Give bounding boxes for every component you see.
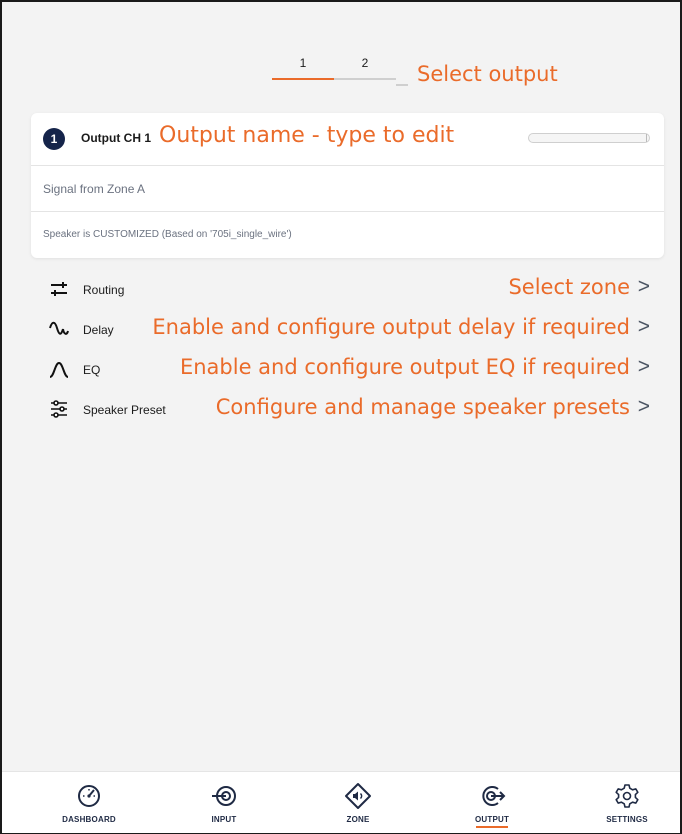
nav-label: DASHBOARD xyxy=(62,815,116,824)
nav-settings[interactable]: SETTINGS xyxy=(577,772,677,833)
menu-label: Speaker Preset xyxy=(83,403,166,417)
speaker-preset-icon xyxy=(51,400,67,418)
signal-source-row: Signal from Zone A xyxy=(31,165,664,212)
settings-icon xyxy=(615,784,639,808)
app-frame: 1 2 Select output 1 Output CH 1 Output n… xyxy=(0,0,682,834)
menu-label: Delay xyxy=(83,323,114,337)
tab-output-2[interactable]: 2 xyxy=(334,50,396,80)
channel-header: 1 Output CH 1 Output name - type to edit xyxy=(31,113,664,165)
bottom-navigation: DASHBOARD INPUT ZONE OUTPUT SETTINGS xyxy=(2,771,680,833)
nav-dashboard[interactable]: DASHBOARD xyxy=(39,772,139,833)
nav-label: ZONE xyxy=(346,815,370,824)
signal-source-text: Signal from Zone A xyxy=(43,182,146,196)
tab-label: 2 xyxy=(361,56,369,70)
tab-indicator xyxy=(272,78,334,80)
menu-item-eq[interactable]: EQ Enable and configure output EQ if req… xyxy=(31,354,664,386)
chevron-right-icon: > xyxy=(637,315,650,338)
menu-annotation: Configure and manage speaker presets xyxy=(215,395,630,419)
menu-annotation: Select zone xyxy=(508,275,630,299)
channel-number-badge: 1 xyxy=(43,128,65,150)
active-nav-indicator xyxy=(476,826,508,828)
dashboard-icon xyxy=(78,785,100,807)
nav-zone[interactable]: ZONE xyxy=(308,772,408,833)
nav-input[interactable]: INPUT xyxy=(174,772,274,833)
menu-item-routing[interactable]: Routing Select zone > xyxy=(31,274,664,306)
menu-item-delay[interactable]: Delay Enable and configure output delay … xyxy=(31,314,664,346)
output-name-annotation: Output name - type to edit xyxy=(159,123,455,148)
menu-annotation: Enable and configure output delay if req… xyxy=(152,315,630,339)
menu-item-speaker-preset[interactable]: Speaker Preset Configure and manage spea… xyxy=(31,394,664,426)
level-slider[interactable] xyxy=(528,133,650,143)
tab-divider xyxy=(334,78,396,80)
eq-icon xyxy=(49,361,69,378)
menu-label: Routing xyxy=(83,283,125,297)
output-channel-card: 1 Output CH 1 Output name - type to edit… xyxy=(31,113,664,258)
tab-output-1[interactable]: 1 xyxy=(272,50,334,80)
nav-label: SETTINGS xyxy=(606,815,648,824)
speaker-status-row: Speaker is CUSTOMIZED (Based on '705i_si… xyxy=(31,211,664,258)
chevron-right-icon: > xyxy=(637,395,650,418)
zone-icon xyxy=(345,783,371,809)
menu-annotation: Enable and configure output EQ if requir… xyxy=(179,355,630,379)
select-output-annotation: Select output xyxy=(417,62,558,86)
delay-icon xyxy=(49,321,69,335)
tab-divider-extension xyxy=(396,84,408,86)
output-name-field[interactable]: Output CH 1 xyxy=(81,131,151,145)
chevron-right-icon: > xyxy=(637,275,650,298)
nav-label: OUTPUT xyxy=(474,815,510,824)
routing-icon xyxy=(51,282,67,296)
slider-knob[interactable] xyxy=(646,134,647,142)
menu-label: EQ xyxy=(83,363,101,377)
output-icon xyxy=(482,786,506,806)
chevron-right-icon: > xyxy=(637,355,650,378)
tab-label: 1 xyxy=(299,56,307,70)
nav-output[interactable]: OUTPUT xyxy=(442,772,542,833)
speaker-status-text: Speaker is CUSTOMIZED (Based on '705i_si… xyxy=(43,229,292,240)
nav-label: INPUT xyxy=(211,815,237,824)
input-icon xyxy=(212,786,236,806)
